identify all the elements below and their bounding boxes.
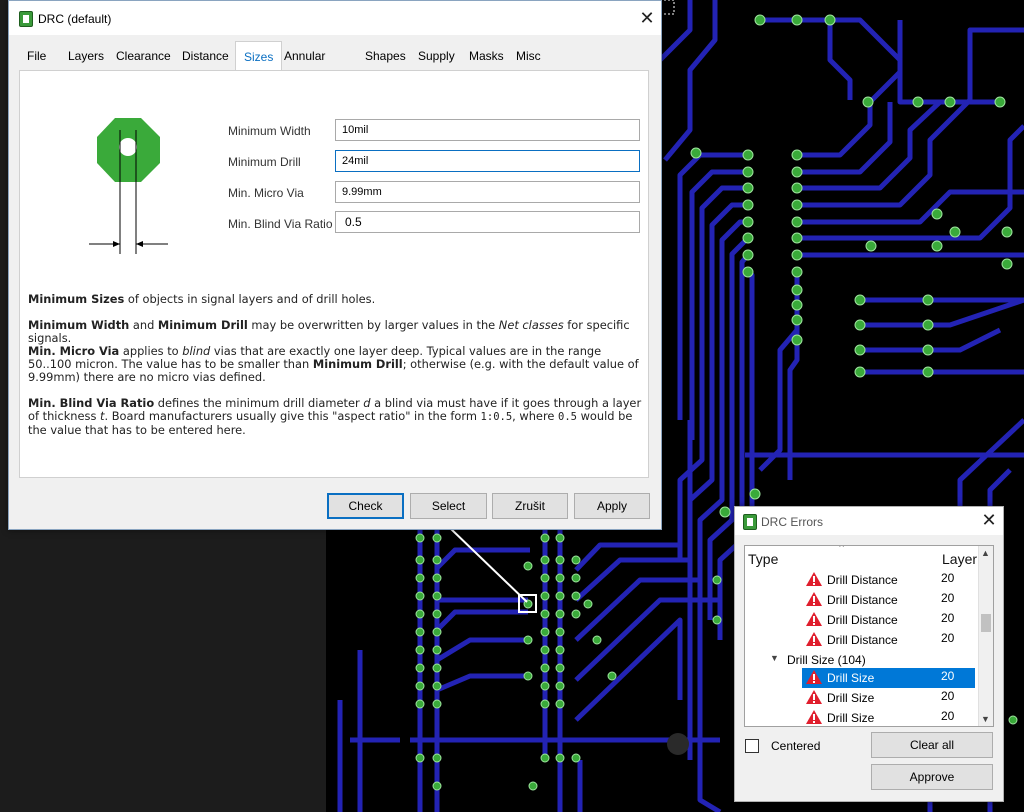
min-micro-via-input[interactable]: 9.99mm (335, 181, 640, 203)
drc-errors-title: DRC Errors (761, 515, 823, 529)
error-layer: 20 (941, 611, 955, 625)
desc-italic: d (363, 396, 371, 410)
error-row[interactable]: Drill Size 20 (745, 708, 979, 726)
desc-text: . Board manufacturers usually give this … (104, 409, 481, 423)
desc-code: 1:0.5 (480, 411, 513, 423)
minimum-width-input[interactable]: 10mil (335, 119, 640, 141)
error-row-selected[interactable]: Drill Size 20 (745, 668, 979, 688)
error-layer: 20 (941, 709, 955, 723)
scroll-up-icon[interactable]: ▲ (981, 548, 990, 558)
tab-distance[interactable]: Distance (174, 41, 237, 71)
description-minimum-sizes: Minimum Sizes of objects in signal layer… (28, 293, 646, 306)
warning-icon (806, 670, 822, 684)
description-width-drill: Minimum Width and Minimum Drill may be o… (28, 319, 646, 345)
desc-text: , where (512, 409, 559, 423)
warning-icon (806, 572, 822, 586)
eagle-app-icon (19, 11, 33, 27)
tab-layers[interactable]: Layers (60, 41, 112, 71)
error-label: Drill Size (827, 671, 875, 685)
close-icon[interactable]: ✕ (979, 510, 999, 530)
close-icon[interactable]: ✕ (637, 8, 657, 28)
desc-term: Min. Blind Via Ratio (28, 396, 155, 410)
desc-term: Minimum Drill (312, 357, 403, 371)
layer-column-header[interactable]: Layer (942, 551, 977, 567)
centered-label: Centered (771, 739, 821, 753)
approve-button[interactable]: Approve (871, 764, 993, 790)
group-label: Drill Size (104) (787, 653, 866, 667)
errors-scrollbar[interactable]: ▲ ▼ (978, 546, 993, 726)
minimum-drill-label: Minimum Drill (228, 155, 301, 169)
scrollbar-thumb[interactable] (981, 614, 991, 632)
error-group-drill-size[interactable]: ▼ Drill Size (104) (745, 650, 979, 670)
error-layer: 20 (941, 591, 955, 605)
error-row[interactable]: Drill Distance 20 (745, 630, 979, 650)
select-button[interactable]: Select (410, 493, 487, 519)
desc-text: defines the minimum drill diameter (154, 396, 364, 410)
description-micro-via: Min. Micro Via applies to blind vias tha… (28, 345, 646, 384)
drc-errors-list[interactable]: Type ⌃ Layer Drill Distance 20 Drill Dis… (744, 545, 994, 727)
error-label: Drill Distance (827, 613, 898, 627)
tab-supply[interactable]: Supply (410, 41, 463, 71)
error-layer: 20 (941, 631, 955, 645)
cancel-button[interactable]: Zrušit (492, 493, 568, 519)
desc-text: may be overwritten by larger values in t… (247, 318, 499, 332)
warning-icon (806, 592, 822, 606)
minimum-width-label: Minimum Width (228, 124, 311, 138)
error-row[interactable]: Drill Distance 20 (745, 610, 979, 630)
error-layer: 20 (941, 669, 955, 683)
error-row[interactable]: Drill Distance 20 (745, 570, 979, 590)
warning-icon (806, 612, 822, 626)
minimum-drill-input[interactable]: 24mil (335, 150, 640, 172)
error-label: Drill Size (827, 711, 875, 725)
tab-file[interactable]: File (19, 41, 54, 71)
check-button[interactable]: Check (327, 493, 404, 519)
error-row[interactable]: Drill Distance 20 (745, 590, 979, 610)
eagle-app-icon (743, 514, 757, 530)
description-blind-via-ratio: Min. Blind Via Ratio defines the minimum… (28, 397, 646, 437)
error-row[interactable]: Drill Size 20 (745, 688, 979, 708)
tab-clearance[interactable]: Clearance (108, 41, 179, 71)
desc-text: of objects in signal layers and of drill… (124, 292, 376, 306)
desc-term: Min. Micro Via (28, 344, 120, 358)
error-label: Drill Distance (827, 573, 898, 587)
warning-icon (806, 690, 822, 704)
min-micro-via-label: Min. Micro Via (228, 186, 304, 200)
tab-misc[interactable]: Misc (508, 41, 549, 71)
desc-italic: blind (182, 344, 211, 358)
drc-dialog-titlebar[interactable]: DRC (default) ✕ (9, 1, 661, 35)
error-label: Drill Size (827, 691, 875, 705)
error-label: Drill Distance (827, 633, 898, 647)
clear-all-button[interactable]: Clear all (871, 732, 993, 758)
desc-term: Minimum Drill (157, 318, 248, 332)
desc-term: Minimum Sizes (28, 292, 125, 306)
expand-triangle-icon[interactable]: ▼ (770, 653, 779, 663)
warning-icon (806, 710, 822, 724)
type-column-header[interactable]: Type (748, 551, 778, 567)
scroll-down-icon[interactable]: ▼ (981, 714, 990, 724)
desc-text: applies to (119, 344, 183, 358)
sizes-illustration (89, 118, 168, 254)
min-blind-via-ratio-label: Min. Blind Via Ratio (228, 217, 333, 231)
error-label: Drill Distance (827, 593, 898, 607)
warning-icon (806, 632, 822, 646)
desc-italic: Net classes (498, 318, 564, 332)
tab-masks[interactable]: Masks (461, 41, 512, 71)
errors-list-header: Type ⌃ Layer (745, 546, 993, 570)
desc-term: Minimum Width (28, 318, 130, 332)
tab-shapes[interactable]: Shapes (357, 41, 414, 71)
sort-up-icon: ⌃ (837, 545, 847, 555)
error-layer: 20 (941, 571, 955, 585)
apply-button[interactable]: Apply (574, 493, 650, 519)
drc-errors-titlebar[interactable]: DRC Errors ✕ (735, 507, 1003, 535)
error-layer: 20 (941, 689, 955, 703)
desc-text: and (129, 318, 158, 332)
centered-checkbox[interactable] (745, 739, 759, 753)
min-blind-via-ratio-input[interactable]: 0.5 (335, 211, 640, 233)
desc-code: 0.5 (558, 411, 577, 423)
tab-annular-ring[interactable]: Annular Ring (276, 41, 333, 93)
drc-dialog-title: DRC (default) (38, 12, 112, 26)
